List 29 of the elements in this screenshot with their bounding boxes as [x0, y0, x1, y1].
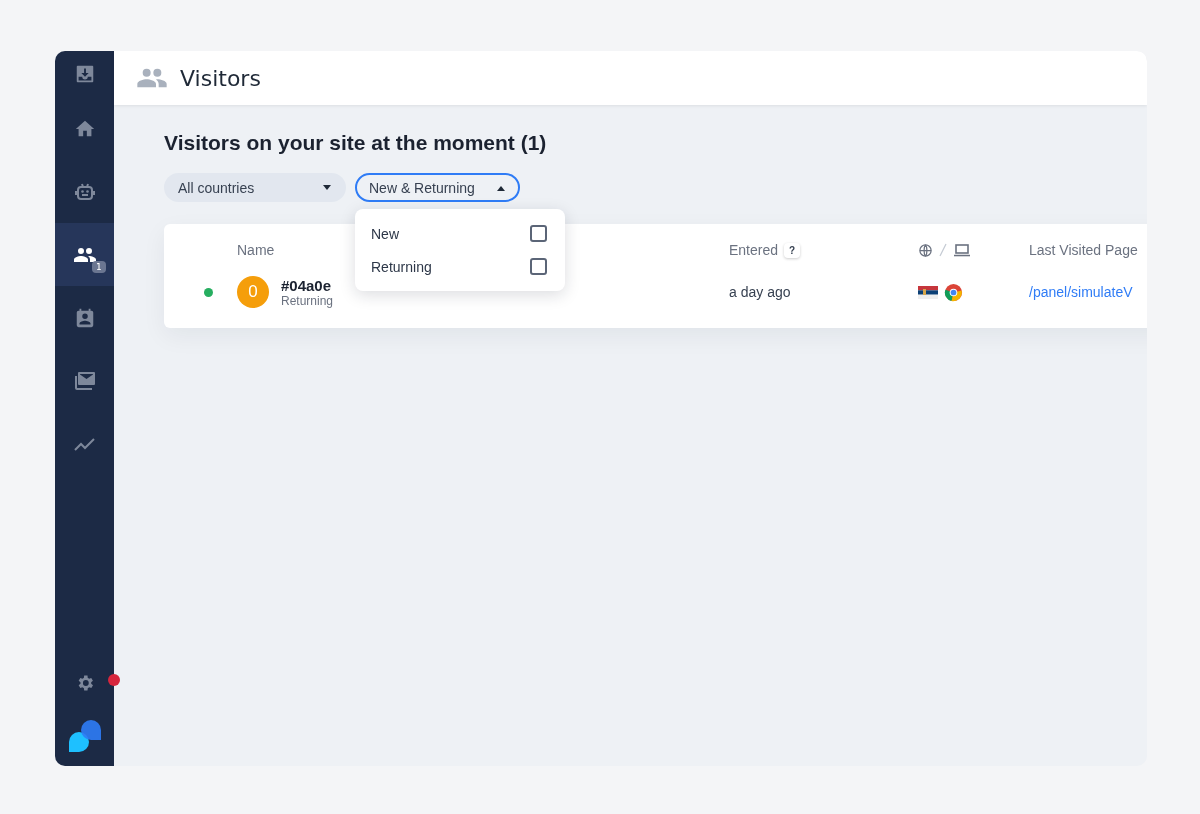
- menu-option[interactable]: New: [355, 217, 565, 250]
- checkbox[interactable]: [530, 225, 547, 242]
- caret-icon: [322, 184, 332, 191]
- section-heading: Visitors on your site at the moment (1): [164, 131, 548, 155]
- visitor-type: Returning: [281, 293, 334, 308]
- help-button[interactable]: ?: [784, 242, 801, 258]
- filter-dropdown[interactable]: New & Returning: [355, 173, 520, 202]
- menu-option[interactable]: Returning: [355, 250, 565, 283]
- browser-icon: [944, 282, 963, 302]
- visitor-name: #04a0e: [281, 276, 333, 294]
- envelopes-icon: [72, 369, 97, 392]
- avatar: 0: [237, 276, 269, 308]
- people-icon: [136, 67, 168, 89]
- flag-icon: [918, 285, 938, 299]
- column-header: Entered: [729, 242, 779, 258]
- column-header: Last Visited Page: [1029, 242, 1139, 258]
- laptop-icon: [953, 243, 971, 257]
- checkbox[interactable]: [530, 258, 547, 275]
- sidebar-item[interactable]: 1: [55, 223, 114, 286]
- filter-dropdown[interactable]: All countries: [164, 173, 346, 202]
- slash-icon: [939, 243, 947, 257]
- table-cell-text: a day ago: [729, 284, 792, 300]
- page-link[interactable]: /panel/simulateV: [1029, 284, 1147, 300]
- caret-icon: [496, 184, 506, 191]
- column-header: Name: [237, 242, 276, 258]
- chat-bubbles-logo: [66, 718, 103, 754]
- globe-icon: [918, 242, 933, 258]
- count-badge: 1: [92, 261, 106, 273]
- page-title: Visitors: [180, 65, 261, 91]
